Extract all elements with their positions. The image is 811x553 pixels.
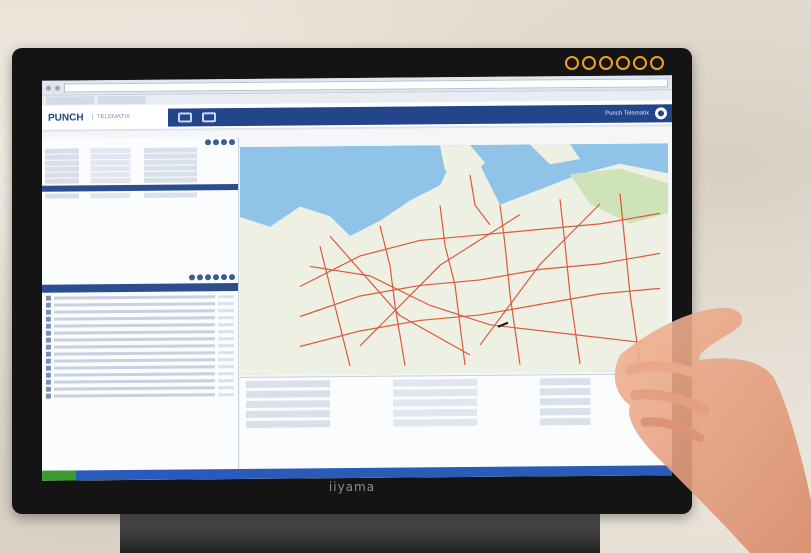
panel-button[interactable] <box>189 273 195 280</box>
osd-button[interactable] <box>616 56 630 70</box>
panel-header <box>42 272 238 283</box>
table-row[interactable] <box>45 177 235 184</box>
app-header: PUNCH TELEMATIX Punch Telematix <box>42 100 672 132</box>
panel-button[interactable] <box>229 273 235 280</box>
osd-button[interactable] <box>565 56 579 70</box>
panel-button[interactable] <box>213 138 219 145</box>
monitor-stand <box>120 514 600 553</box>
panel-button[interactable] <box>221 138 227 145</box>
osd-button[interactable] <box>633 56 647 70</box>
left-panel <box>42 137 239 481</box>
user-label: Punch Telematix <box>605 110 649 117</box>
forward-icon[interactable] <box>55 85 60 91</box>
list-header <box>42 283 238 293</box>
panel-button[interactable] <box>205 273 211 280</box>
network-icon[interactable] <box>178 112 192 123</box>
back-icon[interactable] <box>46 85 51 91</box>
windows-icon[interactable] <box>202 112 216 123</box>
panel-button[interactable] <box>197 273 203 280</box>
monitor-screen: PUNCH TELEMATIX Punch Telematix <box>42 75 672 481</box>
browser-tab[interactable] <box>98 95 146 105</box>
panel-button[interactable] <box>205 138 211 145</box>
browser-tab[interactable] <box>46 96 94 105</box>
osd-button[interactable] <box>582 56 596 70</box>
brand-icon <box>655 107 667 120</box>
address-bar[interactable] <box>64 77 668 93</box>
list-item[interactable] <box>42 391 238 400</box>
osd-buttons <box>565 56 664 70</box>
panel-header <box>42 137 238 148</box>
panel-button[interactable] <box>221 273 227 280</box>
panel-button[interactable] <box>229 138 235 145</box>
monitor-brand: iiyama <box>328 480 376 494</box>
app-logo: PUNCH <box>48 111 84 124</box>
app-logo-sub: TELEMATIX <box>92 113 167 121</box>
pointing-hand <box>614 307 811 553</box>
osd-button[interactable] <box>599 56 613 70</box>
osd-button[interactable] <box>650 56 664 70</box>
monitor: PUNCH TELEMATIX Punch Telematix iiyama <box>12 48 692 514</box>
selected-row[interactable] <box>42 184 238 192</box>
app-nav: Punch Telematix <box>168 104 672 127</box>
panel-button[interactable] <box>213 273 219 280</box>
